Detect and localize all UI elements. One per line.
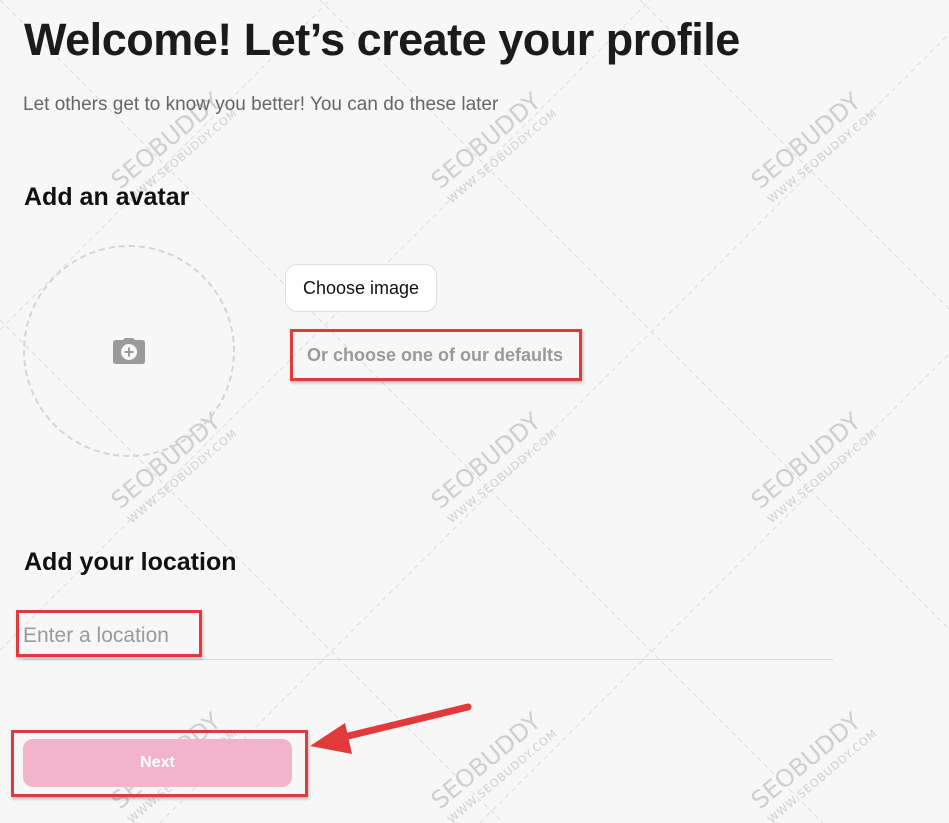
svg-text:WWW.SEOBUDDY.COM: WWW.SEOBUDDY.COM	[445, 107, 560, 206]
svg-text:SEOBUDDY: SEOBUDDY	[426, 407, 547, 515]
svg-text:SEOBUDDY: SEOBUDDY	[746, 707, 867, 815]
watermark-tile: SEOBUDDY WWW.SEOBUDDY.COM	[426, 407, 560, 526]
svg-text:SEOBUDDY: SEOBUDDY	[746, 407, 867, 515]
choose-defaults-link[interactable]: Or choose one of our defaults	[290, 329, 582, 381]
next-button[interactable]: Next	[23, 739, 292, 787]
page-subtitle: Let others get to know you better! You c…	[23, 94, 499, 115]
svg-text:WWW.SEOBUDDY.COM: WWW.SEOBUDDY.COM	[765, 427, 880, 526]
watermark-tile: SEOBUDDY WWW.SEOBUDDY.COM	[746, 707, 880, 823]
location-section-heading: Add your location	[24, 548, 237, 576]
svg-text:WWW.SEOBUDDY.COM: WWW.SEOBUDDY.COM	[765, 107, 880, 206]
svg-text:SEOBUDDY: SEOBUDDY	[426, 707, 547, 815]
watermark-tile: SEOBUDDY WWW.SEOBUDDY.COM	[746, 407, 880, 526]
camera-plus-icon	[113, 338, 145, 364]
choose-image-button[interactable]: Choose image	[285, 264, 437, 312]
watermark-tile: SEOBUDDY WWW.SEOBUDDY.COM	[426, 707, 560, 823]
svg-text:WWW.SEOBUDDY.COM: WWW.SEOBUDDY.COM	[445, 727, 560, 823]
page-title: Welcome! Let’s create your profile	[24, 14, 740, 65]
svg-text:WWW.SEOBUDDY.COM: WWW.SEOBUDDY.COM	[445, 427, 560, 526]
svg-text:SEOBUDDY: SEOBUDDY	[746, 87, 867, 195]
avatar-upload-area[interactable]	[23, 245, 235, 457]
watermark-tile: SEOBUDDY WWW.SEOBUDDY.COM	[746, 87, 880, 206]
location-input[interactable]	[23, 612, 833, 660]
avatar-section-heading: Add an avatar	[24, 183, 190, 211]
svg-text:WWW.SEOBUDDY.COM: WWW.SEOBUDDY.COM	[765, 727, 880, 823]
